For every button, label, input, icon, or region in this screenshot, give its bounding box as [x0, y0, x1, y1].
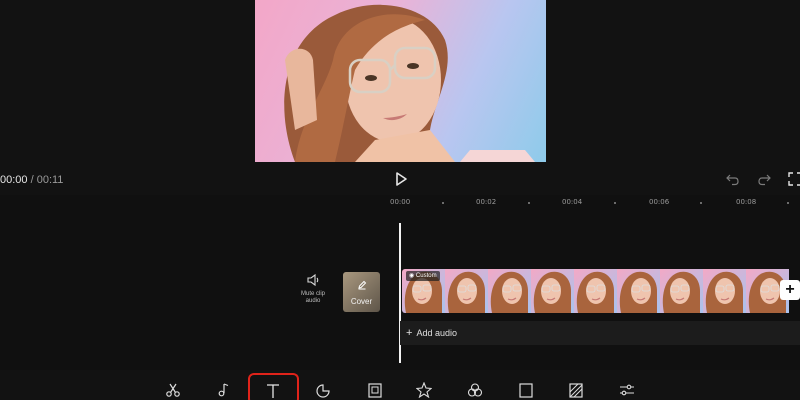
ruler-label: 00:00 [390, 198, 411, 206]
play-icon [396, 172, 407, 186]
undo-icon [726, 174, 739, 186]
video-preview[interactable] [255, 0, 546, 162]
mute-clip-audio-label: Mute clip audio [300, 291, 325, 304]
clip-thumbnail [445, 269, 488, 313]
time-separator: / [27, 174, 37, 186]
speaker-icon [307, 273, 319, 287]
effects-tool[interactable] [416, 382, 432, 398]
custom-badge: ◉ Custom [406, 271, 440, 281]
ruler-label: 00:04 [562, 198, 583, 206]
fullscreen-button[interactable] [788, 172, 800, 186]
adjust-tool[interactable] [619, 382, 635, 398]
scissors-icon [166, 383, 180, 397]
ruler-label: 00:02 [476, 198, 497, 206]
filters-tool[interactable] [467, 382, 483, 398]
redo-icon [758, 174, 771, 186]
filters-icon [467, 383, 483, 397]
background-tool[interactable] [568, 382, 584, 398]
sticker-tool[interactable] [315, 382, 331, 398]
ruler-tick [700, 202, 702, 204]
overlay-tool[interactable] [367, 382, 383, 398]
add-audio-label: Add audio [416, 328, 457, 338]
text-tool[interactable] [265, 382, 281, 398]
clip-thumbnail [531, 269, 574, 313]
clip-thumbnail [703, 269, 746, 313]
audio-tool[interactable] [215, 382, 231, 398]
clip-thumbnail [660, 269, 703, 313]
custom-badge-label: Custom [415, 273, 437, 279]
star-icon [416, 382, 432, 398]
sliders-icon [620, 384, 634, 396]
ratio-tool[interactable] [518, 382, 534, 398]
timeline-ruler: 00:00 00:02 00:04 00:06 00:08 [0, 195, 800, 211]
ruler-tick [528, 202, 530, 204]
time-readout: 00:00 / 00:11 [0, 174, 63, 186]
timeline[interactable]: 00:00 00:02 00:04 00:06 00:08 Mute clip … [0, 195, 800, 370]
play-button[interactable] [392, 170, 410, 188]
ruler-tick [614, 202, 616, 204]
plus-icon: + [406, 327, 413, 339]
clip-thumbnail [617, 269, 660, 313]
ruler-label: 00:06 [649, 198, 670, 206]
overlay-icon [368, 383, 382, 398]
clip-thumbnail [574, 269, 617, 313]
clip-thumbnail [488, 269, 531, 313]
add-audio-button[interactable]: + Add audio [400, 321, 800, 345]
sticker-icon [316, 384, 330, 398]
square-icon [519, 383, 533, 398]
undo-button[interactable] [726, 172, 740, 186]
edit-tool[interactable] [165, 382, 181, 398]
music-note-icon [218, 383, 229, 397]
background-icon [569, 383, 583, 398]
pencil-icon [357, 280, 366, 290]
mute-clip-audio-button[interactable]: Mute clip audio [296, 273, 330, 305]
add-clip-button[interactable]: + [780, 280, 800, 300]
current-time: 00:00 [0, 174, 28, 186]
fullscreen-icon [788, 172, 800, 186]
text-icon [267, 384, 279, 398]
ruler-tick [787, 202, 789, 204]
ruler-label: 00:08 [736, 198, 757, 206]
bottom-toolbar [0, 370, 800, 400]
cover-label: Cover [350, 297, 373, 306]
preview-area: 00:00 / 00:11 [0, 0, 800, 195]
redo-button[interactable] [757, 172, 771, 186]
video-clip[interactable] [402, 269, 800, 313]
cover-button[interactable]: Cover [343, 272, 380, 312]
total-time: 00:11 [36, 174, 64, 186]
ruler-tick [442, 202, 444, 204]
